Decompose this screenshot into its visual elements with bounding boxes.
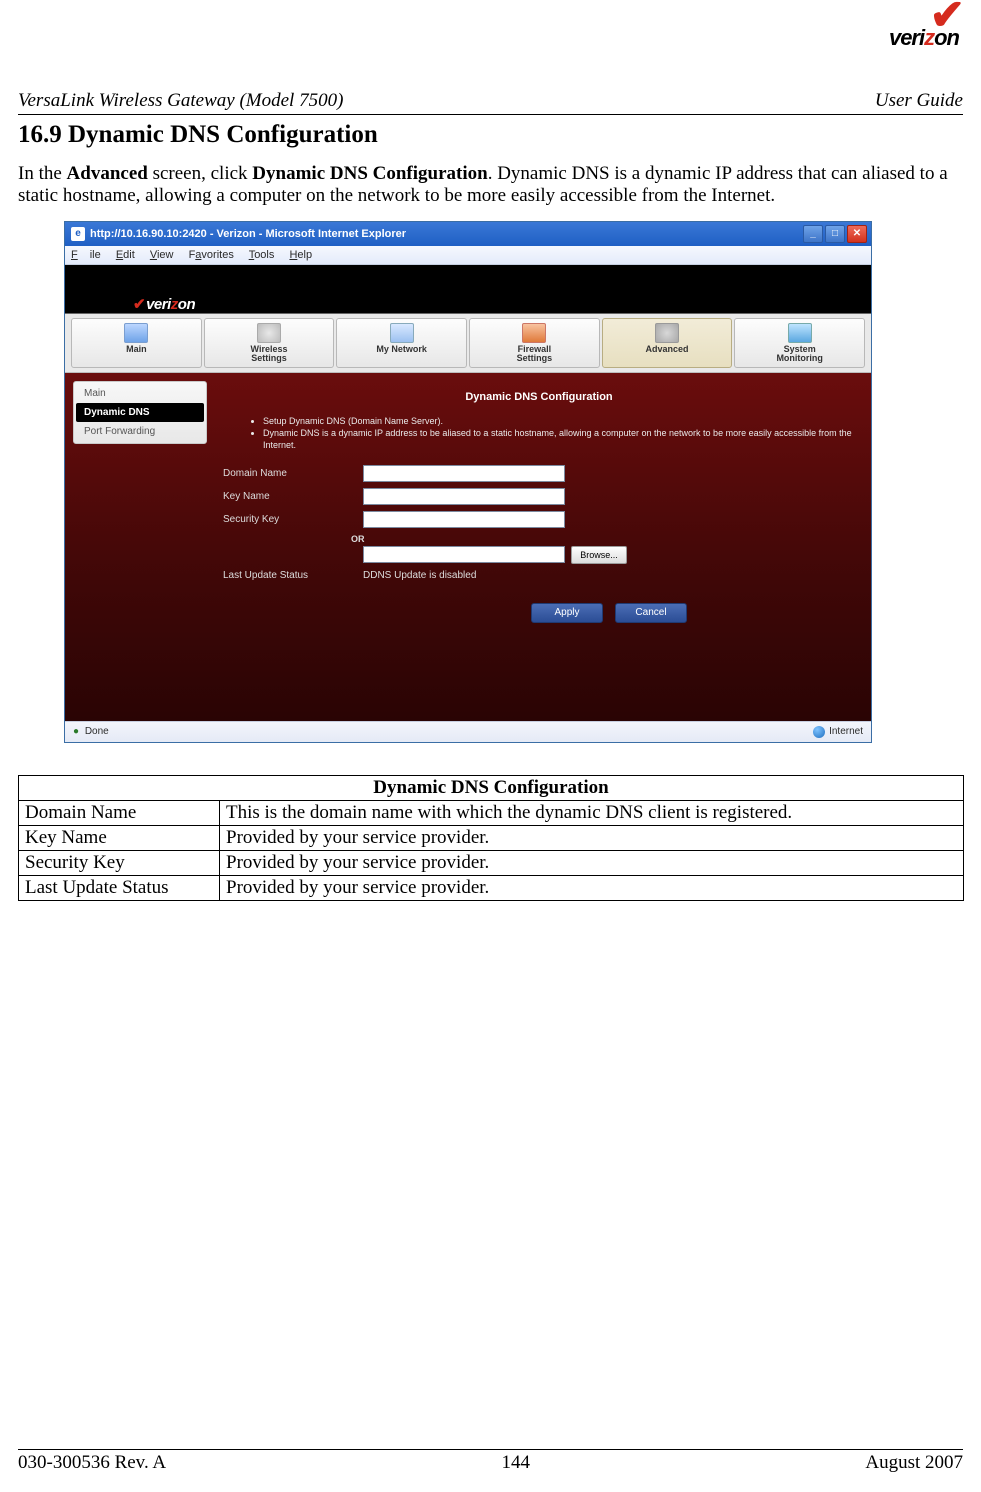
intro-paragraph: In the Advanced screen, click Dynamic DN… bbox=[18, 163, 963, 207]
doc-kind: User Guide bbox=[875, 90, 963, 112]
monitor2-icon bbox=[788, 323, 812, 343]
logo-prefix: veri bbox=[889, 25, 924, 50]
nav-wireless[interactable]: Wireless Settings bbox=[204, 318, 335, 368]
ie-window: e http://10.16.90.10:2420 - Verizon - Mi… bbox=[64, 221, 872, 743]
footer-left: 030-300536 Rev. A bbox=[18, 1452, 166, 1474]
input-file[interactable] bbox=[363, 546, 565, 563]
side-ddns[interactable]: Dynamic DNS bbox=[76, 403, 204, 422]
ddns-panel: Dynamic DNS Configuration Setup Dynamic … bbox=[215, 381, 863, 711]
gear-icon bbox=[655, 323, 679, 343]
table-row: Key Name Provided by your service provid… bbox=[19, 825, 964, 850]
value-last-update: DDNS Update is disabled bbox=[363, 570, 476, 581]
def-val-1: Provided by your service provider. bbox=[220, 825, 964, 850]
minimize-button[interactable]: _ bbox=[803, 225, 823, 243]
table-row: Last Update Status Provided by your serv… bbox=[19, 875, 964, 900]
ie-statusbar: ● Done Internet bbox=[65, 721, 871, 742]
ie-title: http://10.16.90.10:2420 - Verizon - Micr… bbox=[90, 228, 406, 240]
status-right: Internet bbox=[813, 726, 863, 738]
verizon-check-icon: ✔ bbox=[895, 8, 965, 25]
gateway-navbar: Main Wireless Settings My Network Firewa… bbox=[65, 313, 871, 373]
doc-title: VersaLink Wireless Gateway (Model 7500) bbox=[18, 90, 343, 112]
def-key-1: Key Name bbox=[19, 825, 220, 850]
footer-center: 144 bbox=[501, 1452, 530, 1474]
browse-button[interactable]: Browse... bbox=[571, 546, 627, 564]
ie-titlebar: e http://10.16.90.10:2420 - Verizon - Mi… bbox=[65, 222, 871, 246]
bullet-1: Setup Dynamic DNS (Domain Name Server). bbox=[263, 415, 855, 427]
table-row: Domain Name This is the domain name with… bbox=[19, 800, 964, 825]
status-left: ● Done bbox=[73, 726, 109, 737]
page-footer: 030-300536 Rev. A 144 August 2007 bbox=[18, 1449, 963, 1474]
def-key-2: Security Key bbox=[19, 850, 220, 875]
def-key-0: Domain Name bbox=[19, 800, 220, 825]
gateway-header: ✔verizon bbox=[65, 265, 871, 313]
cancel-button[interactable]: Cancel bbox=[615, 603, 687, 623]
or-label: OR bbox=[351, 534, 855, 544]
definitions-table: Dynamic DNS Configuration Domain Name Th… bbox=[18, 775, 964, 901]
def-val-2: Provided by your service provider. bbox=[220, 850, 964, 875]
ie-menubar: File Edit View Favorites Tools Help bbox=[65, 246, 871, 265]
done-icon: ● bbox=[73, 726, 79, 737]
menu-favorites[interactable]: Favorites bbox=[189, 249, 234, 261]
nav-advanced[interactable]: Advanced bbox=[602, 318, 733, 368]
def-val-0: This is the domain name with which the d… bbox=[220, 800, 964, 825]
panel-bullets: Setup Dynamic DNS (Domain Name Server). … bbox=[223, 415, 855, 451]
wireless-icon bbox=[257, 323, 281, 343]
firewall-icon bbox=[522, 323, 546, 343]
side-main[interactable]: Main bbox=[76, 384, 204, 403]
label-last-update: Last Update Status bbox=[223, 570, 363, 581]
gateway-logo: ✔verizon bbox=[133, 295, 195, 313]
side-menu: Main Dynamic DNS Port Forwarding bbox=[73, 381, 207, 444]
close-button[interactable]: ✕ bbox=[847, 225, 867, 243]
network-icon bbox=[390, 323, 414, 343]
verizon-logo: ✔ verizon bbox=[889, 8, 959, 51]
ie-icon: e bbox=[71, 227, 85, 241]
side-portfwd[interactable]: Port Forwarding bbox=[76, 422, 204, 441]
def-key-3: Last Update Status bbox=[19, 875, 220, 900]
input-domain[interactable] bbox=[363, 465, 565, 482]
def-val-3: Provided by your service provider. bbox=[220, 875, 964, 900]
monitor-icon bbox=[124, 323, 148, 343]
menu-view[interactable]: View bbox=[150, 249, 174, 261]
table-row: Security Key Provided by your service pr… bbox=[19, 850, 964, 875]
apply-button[interactable]: Apply bbox=[531, 603, 603, 623]
panel-title: Dynamic DNS Configuration bbox=[223, 391, 855, 403]
nav-firewall[interactable]: Firewall Settings bbox=[469, 318, 600, 368]
bullet-2: Dynamic DNS is a dynamic IP address to b… bbox=[263, 427, 855, 451]
defs-title: Dynamic DNS Configuration bbox=[19, 775, 964, 800]
nav-sysmon[interactable]: System Monitoring bbox=[734, 318, 865, 368]
label-domain: Domain Name bbox=[223, 468, 363, 479]
globe-icon bbox=[813, 726, 825, 738]
maximize-button[interactable]: □ bbox=[825, 225, 845, 243]
section-heading: 16.9 Dynamic DNS Configuration bbox=[18, 121, 963, 149]
footer-right: August 2007 bbox=[865, 1452, 963, 1474]
menu-edit[interactable]: Edit bbox=[116, 249, 135, 261]
label-sec: Security Key bbox=[223, 514, 363, 525]
menu-file[interactable]: File bbox=[71, 249, 101, 261]
nav-main[interactable]: Main bbox=[71, 318, 202, 368]
menu-help[interactable]: Help bbox=[289, 249, 312, 261]
nav-network[interactable]: My Network bbox=[336, 318, 467, 368]
input-sec[interactable] bbox=[363, 511, 565, 528]
menu-tools[interactable]: Tools bbox=[249, 249, 275, 261]
input-key[interactable] bbox=[363, 488, 565, 505]
label-key: Key Name bbox=[223, 491, 363, 502]
